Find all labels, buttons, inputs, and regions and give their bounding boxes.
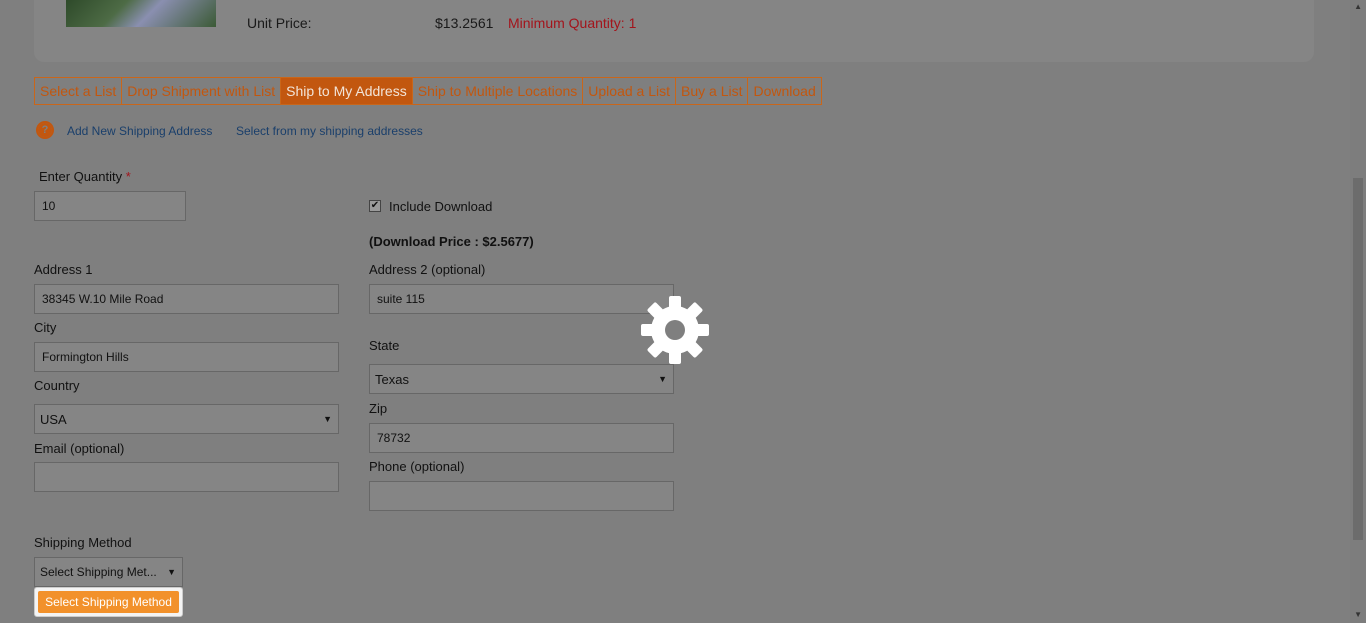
add-new-shipping-address-link[interactable]: Add New Shipping Address	[67, 124, 212, 138]
include-download-checkbox[interactable]: ✔	[369, 200, 381, 212]
city-label: City	[34, 320, 57, 335]
shipping-method-select[interactable]: Select Shipping Met... ▼	[34, 557, 183, 587]
state-selected-value: Texas	[375, 371, 409, 387]
quantity-input[interactable]: 10	[34, 191, 186, 221]
country-selected-value: USA	[40, 411, 67, 427]
shipping-method-option[interactable]: Select Shipping Method	[38, 591, 179, 613]
zip-input[interactable]: 78732	[369, 423, 674, 453]
download-price: (Download Price : $2.5677)	[369, 234, 534, 249]
chevron-down-icon: ▼	[167, 567, 176, 577]
tab-ship-to-multiple-locations[interactable]: Ship to Multiple Locations	[413, 78, 584, 104]
email-label: Email (optional)	[34, 441, 125, 456]
address2-label: Address 2 (optional)	[369, 262, 486, 277]
zip-label: Zip	[369, 401, 388, 416]
select-shipping-addresses-link[interactable]: Select from my shipping addresses	[236, 124, 423, 138]
product-card	[34, 0, 1314, 62]
tab-drop-shipment[interactable]: Drop Shipment with List	[122, 78, 282, 104]
state-select[interactable]: Texas ▼	[369, 364, 674, 394]
unit-price-value: $13.2561	[435, 15, 494, 31]
tab-select-a-list[interactable]: Select a List	[35, 78, 123, 104]
chevron-down-icon: ▼	[323, 414, 332, 424]
chevron-down-icon: ▼	[658, 374, 667, 384]
address2-input[interactable]: suite 115	[369, 284, 674, 314]
shipping-tabs: Select a List Drop Shipment with List Sh…	[34, 77, 822, 105]
state-label: State	[369, 338, 400, 353]
email-input[interactable]	[34, 462, 339, 492]
include-download-label: Include Download	[389, 199, 493, 214]
gear-icon	[641, 296, 709, 364]
shipping-method-selected-value: Select Shipping Met...	[40, 565, 157, 579]
minimum-quantity: Minimum Quantity: 1	[508, 15, 637, 31]
scrollbar-thumb[interactable]	[1353, 178, 1363, 540]
vertical-scrollbar[interactable]: ▲ ▼	[1350, 0, 1366, 623]
phone-input[interactable]	[369, 481, 674, 511]
quantity-label: Enter Quantity *	[39, 169, 131, 184]
tab-upload-a-list[interactable]: Upload a List	[583, 78, 676, 104]
city-input[interactable]: Formington Hills	[34, 342, 339, 372]
scroll-up-icon[interactable]: ▲	[1354, 2, 1362, 11]
tab-download[interactable]: Download	[748, 78, 820, 104]
required-marker: *	[125, 169, 131, 184]
tab-buy-a-list[interactable]: Buy a List	[676, 78, 749, 104]
unit-price-label: Unit Price:	[247, 15, 312, 31]
address1-label: Address 1	[34, 262, 93, 277]
country-label: Country	[34, 378, 80, 393]
tab-ship-to-my-address[interactable]: Ship to My Address	[281, 78, 413, 104]
country-select[interactable]: USA ▼	[34, 404, 339, 434]
shipping-method-label: Shipping Method	[34, 535, 132, 550]
help-icon[interactable]	[36, 121, 54, 139]
shipping-method-dropdown: Select Shipping Method	[34, 587, 183, 617]
product-image	[66, 0, 216, 27]
phone-label: Phone (optional)	[369, 459, 465, 474]
scroll-down-icon[interactable]: ▼	[1354, 610, 1362, 619]
address1-input[interactable]: 38345 W.10 Mile Road	[34, 284, 339, 314]
